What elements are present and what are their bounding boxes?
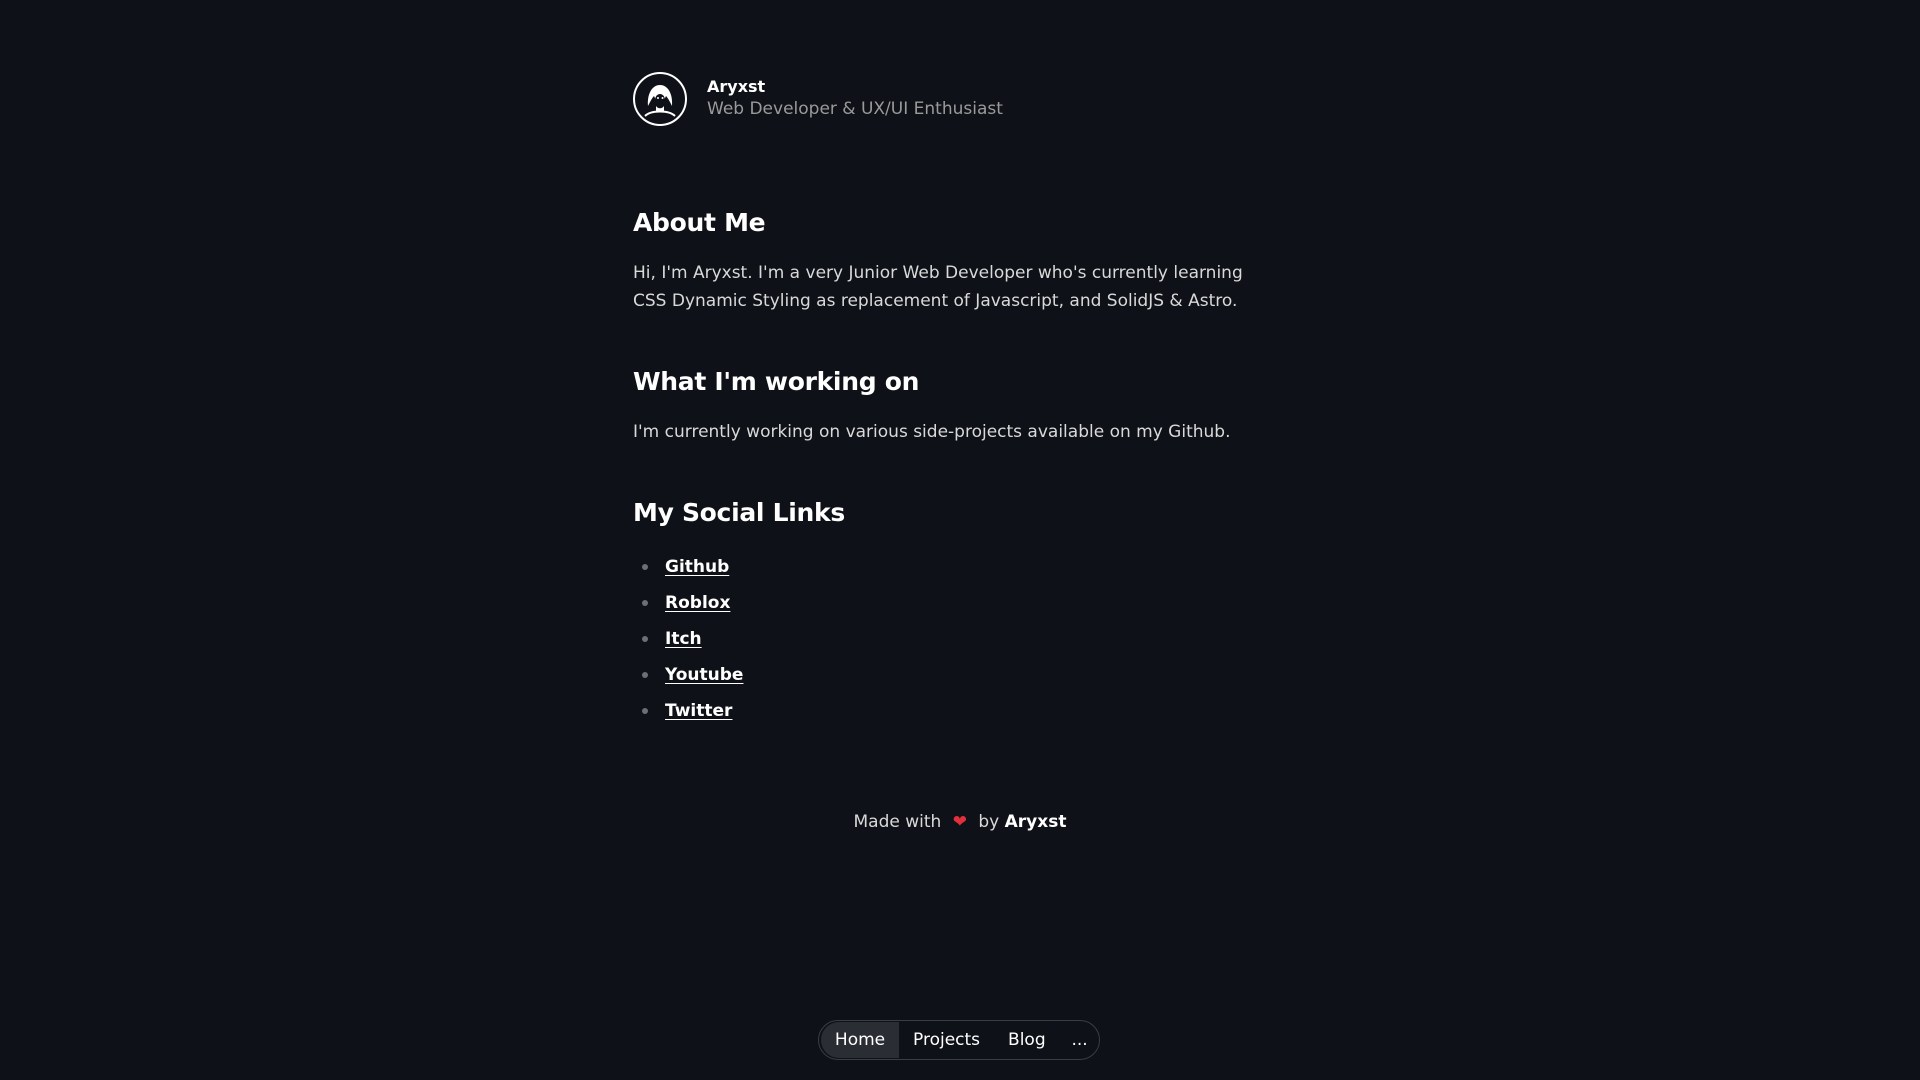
list-item: Youtube <box>633 657 1293 693</box>
bullet-icon <box>642 708 648 714</box>
nav-item-projects[interactable]: Projects <box>899 1022 994 1058</box>
work-text: I'm currently working on various side-pr… <box>633 422 1231 442</box>
twitter-link[interactable]: Twitter <box>665 701 732 721</box>
avatar <box>633 72 687 126</box>
work-heading: What I'm working on <box>633 367 920 396</box>
social-heading: My Social Links <box>633 498 845 527</box>
main-content: Aryxst Web Developer & UX/UI Enthusiast … <box>633 72 1293 729</box>
footer-author: Aryxst <box>1004 812 1067 832</box>
bullet-icon <box>642 564 648 570</box>
bullet-icon <box>642 672 648 678</box>
page: Aryxst Web Developer & UX/UI Enthusiast … <box>0 0 1920 1080</box>
youtube-link[interactable]: Youtube <box>665 665 743 685</box>
bottom-nav: Home Projects Blog ... <box>818 1020 1100 1060</box>
itch-link[interactable]: Itch <box>665 629 702 649</box>
social-links-list: Github Roblox Itch Youtube Twitter <box>633 549 1293 729</box>
list-item: Github <box>633 549 1293 585</box>
nav-item-home[interactable]: Home <box>821 1022 899 1058</box>
about-text: Hi, I'm Aryxst. I'm a very Junior Web De… <box>633 263 1243 311</box>
list-item: Twitter <box>633 693 1293 729</box>
bullet-icon <box>642 636 648 642</box>
roblox-link[interactable]: Roblox <box>665 593 730 613</box>
about-heading: About Me <box>633 208 766 237</box>
footer: Made with ❤ by Aryxst <box>0 812 1920 832</box>
bullet-icon <box>642 600 648 606</box>
list-item: Itch <box>633 621 1293 657</box>
profile-name: Aryxst <box>707 77 766 96</box>
footer-by: by <box>978 812 1000 832</box>
avatar-portrait-icon <box>638 77 682 121</box>
footer-prefix: Made with <box>853 812 942 832</box>
profile-header: Aryxst Web Developer & UX/UI Enthusiast <box>633 72 1293 126</box>
nav-item-blog[interactable]: Blog <box>994 1022 1060 1058</box>
nav-more-button[interactable]: ... <box>1060 1022 1100 1058</box>
github-link[interactable]: Github <box>665 557 729 577</box>
profile-role: Web Developer & UX/UI Enthusiast <box>707 99 1003 119</box>
list-item: Roblox <box>633 585 1293 621</box>
heart-icon: ❤ <box>952 812 967 832</box>
profile-text: Aryxst Web Developer & UX/UI Enthusiast <box>707 77 1003 121</box>
